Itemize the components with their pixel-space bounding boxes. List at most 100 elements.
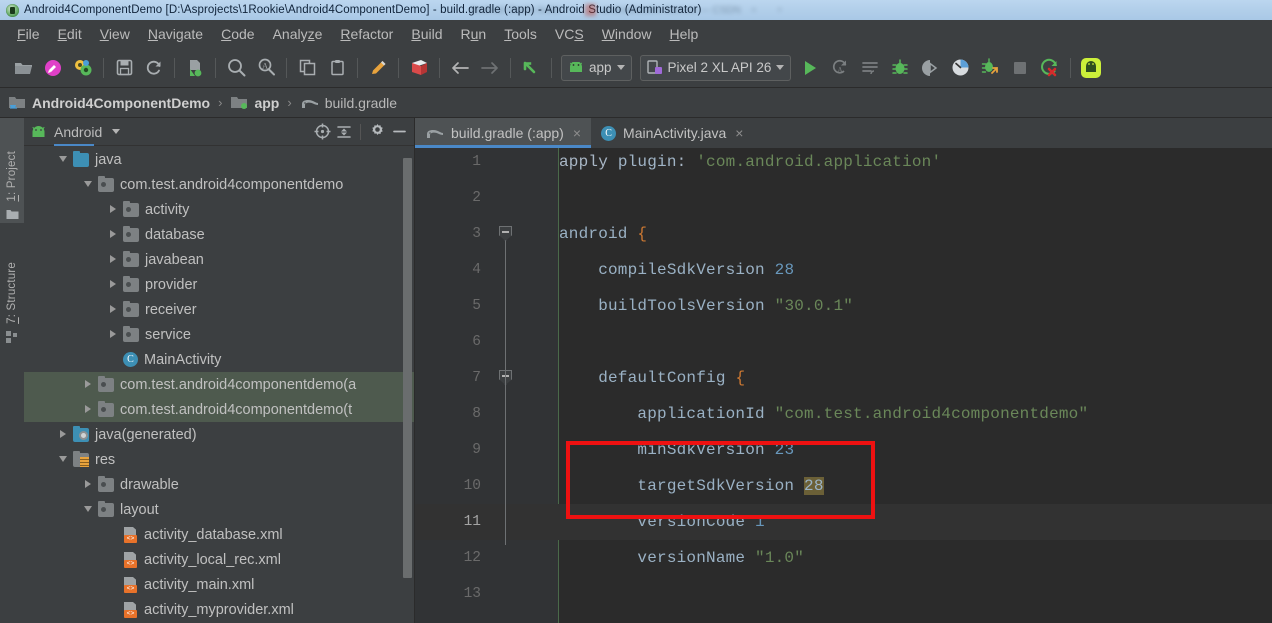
menu-build[interactable]: Build xyxy=(402,24,451,44)
collapse-all-icon[interactable] xyxy=(336,124,352,140)
menu-refactor[interactable]: Refactor xyxy=(331,24,402,44)
chevron-down-icon[interactable] xyxy=(59,455,68,464)
sidebar-item-structure[interactable]: 7: Structure xyxy=(0,228,24,346)
project-tree-scrollbar[interactable] xyxy=(403,158,412,578)
chevron-right-icon[interactable] xyxy=(109,280,118,289)
close-icon[interactable]: × xyxy=(735,125,743,141)
menu-run[interactable]: Run xyxy=(452,24,496,44)
menu-navigate[interactable]: Navigate xyxy=(139,24,212,44)
tree-row[interactable]: com.test.android4componentdemo (t xyxy=(24,397,414,422)
menu-help[interactable]: Help xyxy=(661,24,708,44)
code-token: 23 xyxy=(774,441,795,459)
sidebar-item-project[interactable]: 1: Project xyxy=(0,118,24,223)
copy-icon[interactable] xyxy=(292,53,322,83)
chevron-right-icon[interactable] xyxy=(109,330,118,339)
code-area[interactable]: 1 apply plugin: 'com.android.application'… xyxy=(415,148,1272,623)
tree-row[interactable]: res xyxy=(24,447,414,472)
menu-file[interactable]: File xyxy=(8,24,49,44)
apply-changes-icon[interactable]: A xyxy=(825,53,855,83)
chevron-right-icon[interactable] xyxy=(59,430,68,439)
attach-debugger-icon[interactable] xyxy=(915,53,945,83)
package-folder-icon xyxy=(98,175,114,192)
tree-row[interactable]: receiver xyxy=(24,297,414,322)
breadcrumb-item-module[interactable]: app xyxy=(230,95,279,111)
paste-icon[interactable] xyxy=(322,53,352,83)
chevron-down-icon[interactable] xyxy=(112,129,121,134)
tree-row[interactable]: drawable xyxy=(24,472,414,497)
project-panel: Android javacom.test.android4componentd xyxy=(24,118,415,623)
chevron-down-icon[interactable] xyxy=(84,505,93,514)
tree-row[interactable]: java (generated) xyxy=(24,422,414,447)
chevron-right-icon[interactable] xyxy=(84,405,93,414)
chevron-right-icon[interactable] xyxy=(84,380,93,389)
tree-row[interactable]: layout xyxy=(24,497,414,522)
device-icon xyxy=(646,60,663,75)
tree-row[interactable]: service xyxy=(24,322,414,347)
breadcrumb-item-project[interactable]: Android4ComponentDemo xyxy=(8,95,210,111)
breadcrumb-module-label: app xyxy=(254,94,280,111)
debug-attach-icon[interactable] xyxy=(975,53,1005,83)
tree-row[interactable]: <> activity_main.xml xyxy=(24,572,414,597)
code-token: plugin xyxy=(617,153,677,171)
chevron-right-icon[interactable] xyxy=(84,480,93,489)
tree-row[interactable]: com.test.android4componentdemo (a xyxy=(24,372,414,397)
device-selector-combo[interactable]: Pixel 2 XL API 26 xyxy=(639,54,792,81)
package-folder-icon xyxy=(98,475,114,492)
menu-vcs[interactable]: VCS xyxy=(546,24,593,44)
edit-pencil-icon[interactable] xyxy=(363,53,393,83)
tree-row[interactable]: provider xyxy=(24,272,414,297)
menu-view[interactable]: View xyxy=(91,24,139,44)
module-selector-combo[interactable]: app xyxy=(561,54,632,81)
sdk-manager-icon[interactable] xyxy=(68,53,98,83)
chevron-down-icon[interactable] xyxy=(59,155,68,164)
debug-icon[interactable] xyxy=(885,53,915,83)
locate-target-icon[interactable] xyxy=(314,123,331,140)
tree-row[interactable]: com.test.android4componentdemo xyxy=(24,172,414,197)
fold-marker-icon[interactable] xyxy=(499,226,512,241)
chevron-right-icon[interactable] xyxy=(109,305,118,314)
menu-window[interactable]: Window xyxy=(593,24,661,44)
avd-manager-icon[interactable] xyxy=(1076,53,1106,83)
gradle-sync-icon[interactable] xyxy=(180,53,210,83)
books-icon[interactable] xyxy=(404,53,434,83)
stop-icon[interactable] xyxy=(1005,53,1035,83)
menu-analyze[interactable]: Analyze xyxy=(264,24,332,44)
chevron-down-icon[interactable] xyxy=(84,180,93,189)
jump-to-source-icon[interactable] xyxy=(516,53,546,83)
chevron-right-icon[interactable] xyxy=(109,205,118,214)
tree-row[interactable]: <> activity_myprovider.xml xyxy=(24,597,414,622)
menu-edit[interactable]: Edit xyxy=(49,24,91,44)
tree-row[interactable]: <> activity_database.xml xyxy=(24,522,414,547)
arrow-left-icon[interactable] xyxy=(445,53,475,83)
code-token: 28 xyxy=(804,477,824,495)
sync-project-icon[interactable] xyxy=(38,53,68,83)
breadcrumb-item-file[interactable]: build.gradle xyxy=(300,95,397,111)
menu-tools[interactable]: Tools xyxy=(495,24,546,44)
tree-row[interactable]: C MainActivity xyxy=(24,347,414,372)
chevron-right-icon[interactable] xyxy=(109,255,118,264)
search-icon[interactable] xyxy=(221,53,251,83)
settings-gear-icon[interactable] xyxy=(369,123,386,140)
tree-row[interactable]: javabean xyxy=(24,247,414,272)
arrow-right-icon[interactable] xyxy=(475,53,505,83)
tree-row[interactable]: <> activity_local_rec.xml xyxy=(24,547,414,572)
profiler-icon[interactable] xyxy=(945,53,975,83)
code-token: android xyxy=(559,225,638,243)
minimize-icon[interactable] xyxy=(391,123,408,140)
apply-code-changes-icon[interactable] xyxy=(855,53,885,83)
project-tree[interactable]: java com.test.android4componentdemo activi… xyxy=(24,147,414,623)
open-folder-icon[interactable] xyxy=(8,53,38,83)
sync-failed-icon[interactable] xyxy=(1035,53,1065,83)
tree-row[interactable]: activity xyxy=(24,197,414,222)
tree-row[interactable]: database xyxy=(24,222,414,247)
refresh-icon[interactable] xyxy=(139,53,169,83)
find-usages-icon[interactable]: A xyxy=(251,53,281,83)
tree-row[interactable]: java xyxy=(24,147,414,172)
run-icon[interactable] xyxy=(795,53,825,83)
package-folder-icon xyxy=(123,325,139,342)
save-all-icon[interactable] xyxy=(109,53,139,83)
close-icon[interactable]: × xyxy=(573,125,581,141)
menu-code[interactable]: Code xyxy=(212,24,263,44)
chevron-right-icon[interactable] xyxy=(109,230,118,239)
